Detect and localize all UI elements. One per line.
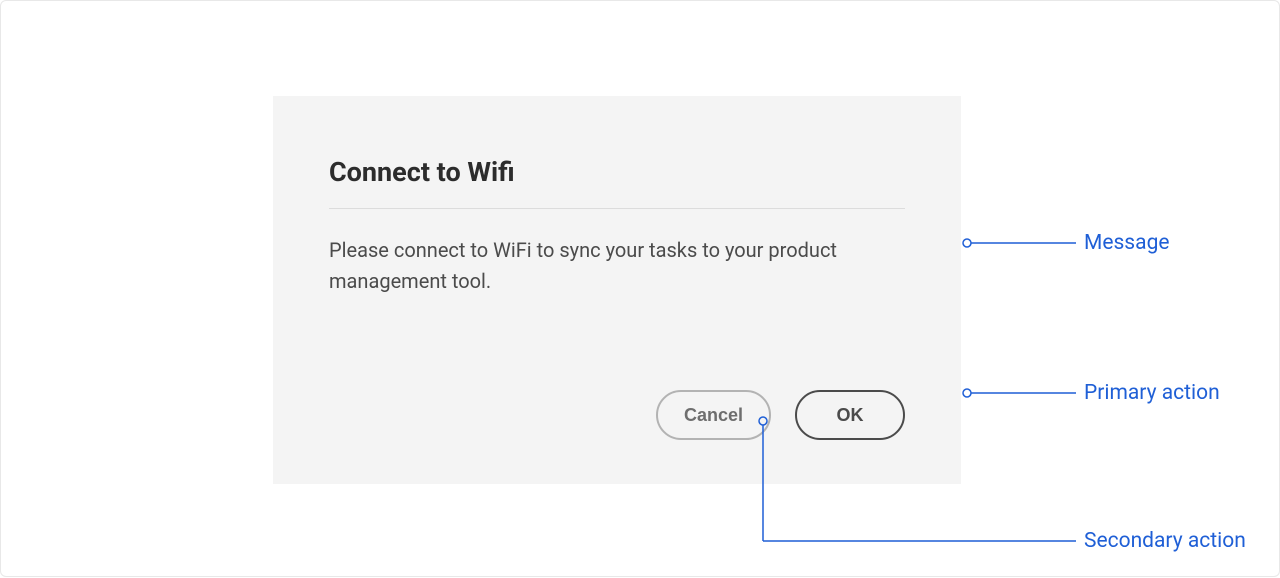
annotation-primary-label: Primary action (1084, 381, 1220, 405)
ok-button[interactable]: OK (795, 390, 905, 440)
annotation-secondary-label: Secondary action (1084, 529, 1246, 553)
annotation-message-label: Message (1084, 231, 1170, 255)
dialog-title: Connect to Wifi (329, 156, 905, 188)
button-row: Cancel OK (656, 390, 905, 440)
dialog-message: Please connect to WiFi to sync your task… (329, 235, 869, 297)
divider (329, 208, 905, 209)
dialog: Connect to Wifi Please connect to WiFi t… (273, 96, 961, 484)
cancel-button[interactable]: Cancel (656, 390, 771, 440)
